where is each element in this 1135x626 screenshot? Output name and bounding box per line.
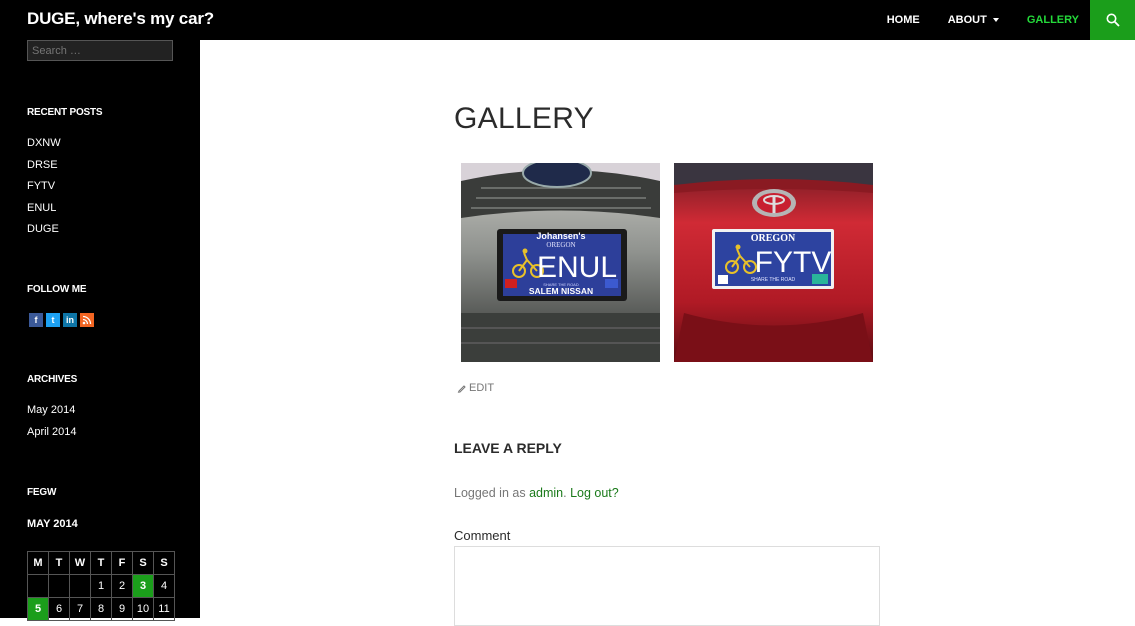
plate-slogan-text: SHARE THE ROAD [751, 277, 796, 283]
recent-post-link[interactable]: DXNW [27, 137, 61, 149]
nav-about[interactable]: ABOUT [948, 14, 999, 26]
site-title[interactable]: DUGE, where's my car? [27, 0, 214, 40]
comment-textarea[interactable] [454, 546, 880, 626]
plate-frame-top-text: Johansen's [536, 231, 585, 241]
calendar-weekday: T [48, 551, 70, 575]
rss-icon[interactable] [80, 313, 94, 327]
calendar-weekday: M [27, 551, 49, 575]
recent-post-link[interactable]: ENUL [27, 202, 56, 214]
calendar-weekday: F [111, 551, 133, 575]
calendar-weekday: S [132, 551, 154, 575]
facebook-icon[interactable]: f [29, 313, 43, 327]
list-item: DXNW [27, 133, 61, 155]
calendar-weekday: W [69, 551, 91, 575]
calendar-day: 11 [153, 597, 175, 621]
archives-list: May 2014 April 2014 [27, 400, 77, 443]
linkedin-icon[interactable]: in [63, 313, 77, 327]
list-item: DUGE [27, 219, 61, 241]
site-header: DUGE, where's my car? HOME ABOUT GALLERY [0, 0, 1135, 40]
recent-posts-title: RECENT POSTS [27, 107, 103, 118]
calendar-day: 4 [153, 574, 175, 598]
archive-link[interactable]: May 2014 [27, 404, 75, 416]
search-icon [1106, 13, 1120, 27]
calendar-day-link[interactable]: 5 [27, 597, 49, 621]
calendar: M T W T F S S 1 2 3 4 5 6 7 8 9 10 11 [27, 551, 175, 621]
reply-title: LEAVE A REPLY [454, 440, 562, 456]
page-title: GALLERY [454, 102, 594, 135]
calendar-day [48, 574, 70, 598]
archives-title: ARCHIVES [27, 374, 78, 385]
list-item: May 2014 [27, 400, 77, 422]
recent-posts-list: DXNW DRSE FYTV ENUL DUGE [27, 133, 61, 241]
calendar-weekday: S [153, 551, 175, 575]
list-item: DRSE [27, 155, 61, 177]
pencil-icon [457, 385, 466, 393]
follow-me-title: FOLLOW ME [27, 284, 87, 295]
recent-post-link[interactable]: DUGE [27, 223, 59, 235]
fegw-title: FEGW [27, 487, 57, 498]
logged-in-as: Logged in as admin. Log out? [454, 486, 619, 500]
sidebar: RECENT POSTS DXNW DRSE FYTV ENUL DUGE FO… [0, 40, 200, 621]
calendar-day: 1 [90, 574, 112, 598]
calendar-day: 10 [132, 597, 154, 621]
calendar-day: 7 [69, 597, 91, 621]
social-icons: f t in [29, 313, 94, 327]
calendar-day: 9 [111, 597, 133, 621]
calendar-weekday: T [90, 551, 112, 575]
recent-post-link[interactable]: DRSE [27, 159, 58, 171]
logout-link[interactable]: Log out? [570, 486, 619, 500]
list-item: ENUL [27, 198, 61, 220]
comment-label: Comment [454, 528, 511, 543]
nav-home[interactable]: HOME [887, 14, 920, 26]
logged-in-prefix: Logged in as [454, 486, 530, 500]
calendar-day: 2 [111, 574, 133, 598]
calendar-day [69, 574, 91, 598]
edit-label: EDIT [469, 382, 495, 394]
sidebar-search-input[interactable] [27, 40, 173, 61]
chevron-down-icon [992, 18, 999, 22]
plate-state-text: OREGON [751, 233, 796, 244]
list-item: April 2014 [27, 422, 77, 444]
plate-frame-bottom-text: SALEM NISSAN [529, 286, 593, 296]
list-item: FYTV [27, 176, 61, 198]
gallery-image-fytv[interactable]: OREGON FYTV SHARE THE ROAD [674, 163, 873, 362]
calendar-caption: MAY 2014 [27, 518, 78, 530]
plate-state-text: OREGON [546, 241, 575, 249]
user-profile-link[interactable]: admin [529, 486, 563, 500]
calendar-day-link[interactable]: 3 [132, 574, 154, 598]
calendar-day: 6 [48, 597, 70, 621]
recent-post-link[interactable]: FYTV [27, 180, 55, 192]
calendar-day: 8 [90, 597, 112, 621]
calendar-day [27, 574, 49, 598]
gallery-image-enul[interactable]: Johansen's OREGON ENUL SHARE THE ROAD SA… [461, 163, 660, 362]
primary-nav: HOME ABOUT GALLERY [859, 0, 1090, 40]
search-toggle-button[interactable] [1090, 0, 1135, 40]
nav-gallery[interactable]: GALLERY [1027, 14, 1079, 26]
edit-link[interactable]: EDIT [457, 382, 494, 394]
archive-link[interactable]: April 2014 [27, 426, 77, 438]
nav-about-label: ABOUT [947, 14, 987, 26]
twitter-icon[interactable]: t [46, 313, 60, 327]
